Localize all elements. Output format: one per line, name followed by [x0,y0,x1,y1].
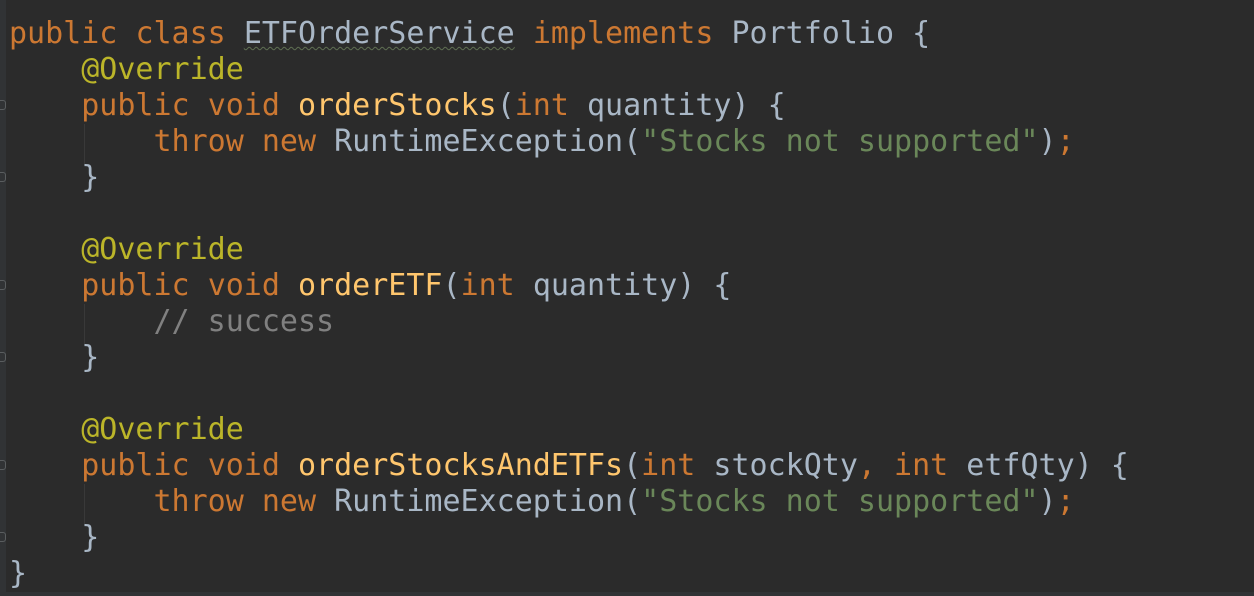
code-token: orderStocksAndETFs [298,448,624,483]
code-token: void [207,268,298,303]
code-line[interactable]: public void orderETF(int quantity) { [9,268,732,304]
code-token: RuntimeException( [334,484,642,519]
code-token: ) [1038,484,1057,519]
code-token: "Stocks not supported" [641,484,1039,519]
code-token: } [9,556,28,591]
code-line[interactable]: throw new RuntimeException("Stocks not s… [9,124,1075,160]
code-token: } [9,520,100,555]
code-token: RuntimeException( [334,124,642,159]
code-token: ETFOrderService [243,16,515,51]
fold-icon[interactable] [0,100,6,110]
fold-icon[interactable] [0,172,6,182]
code-token: int [894,448,967,483]
code-line[interactable]: // success [9,304,335,340]
code-token: void [207,88,298,123]
code-token: int [460,268,533,303]
code-token: class [135,16,244,51]
fold-icon[interactable] [0,460,6,470]
code-token: public [9,16,136,51]
code-token: ( [623,448,642,483]
code-token: Portfolio { [731,16,931,51]
code-token: new [261,124,335,159]
code-line[interactable]: throw new RuntimeException("Stocks not s… [9,484,1075,520]
code-token: "Stocks not supported" [641,124,1039,159]
fold-icon[interactable] [0,532,6,542]
code-token: @Override [81,52,244,87]
code-token: } [9,340,100,375]
fold-icon[interactable] [0,280,6,290]
code-token: stockQty [713,448,858,483]
code-line[interactable]: } [9,520,99,556]
code-token: ; [1056,124,1075,159]
code-token: ; [1056,484,1075,519]
code-token: , [857,448,895,483]
code-line[interactable]: } [9,556,27,592]
code-token: etfQty) { [966,448,1129,483]
code-token: new [261,484,335,519]
code-token: quantity) { [532,268,732,303]
code-editor[interactable]: public class ETFOrderService implements … [0,0,1254,596]
code-token: quantity) { [587,88,786,123]
code-token: orderETF [298,268,443,303]
code-token: public [81,268,208,303]
code-token: int [514,88,587,123]
code-token: public [81,88,208,123]
code-line[interactable]: } [9,160,99,196]
code-token: ( [442,268,461,303]
fold-icon[interactable] [0,352,6,362]
code-token: throw [153,484,262,519]
code-token: implements [532,16,732,51]
code-line[interactable]: @Override [9,52,244,88]
fold-gutter [0,0,6,596]
code-line[interactable]: public void orderStocksAndETFs(int stock… [9,448,1129,484]
code-token: throw [153,124,262,159]
code-token: ( [496,88,515,123]
code-line[interactable]: public class ETFOrderService implements … [9,16,930,52]
code-token: void [207,448,298,483]
code-token: public [81,448,208,483]
code-token: @Override [81,412,244,447]
code-token: ) [1038,124,1057,159]
code-line[interactable]: @Override [9,232,244,268]
code-token: int [641,448,714,483]
editor-bottom-edge [0,592,1254,596]
code-token: orderStocks [298,88,497,123]
code-line[interactable]: public void orderStocks(int quantity) { [9,88,786,124]
code-line[interactable]: } [9,340,99,376]
code-token: } [9,160,100,195]
code-line[interactable]: @Override [9,412,244,448]
code-token: @Override [81,232,244,267]
code-token: // success [153,304,335,339]
